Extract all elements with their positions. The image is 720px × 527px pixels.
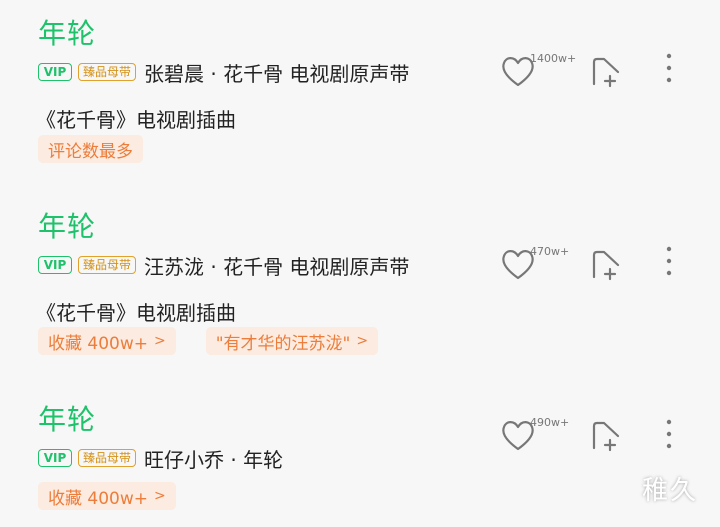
more-vertical-icon[interactable] (664, 418, 674, 450)
add-to-playlist-icon[interactable] (590, 249, 622, 281)
more-vertical-icon[interactable] (664, 245, 674, 277)
master-quality-badge: 臻品母带 (78, 63, 136, 81)
tag-artist-comment[interactable]: "有才华的汪苏泷" > (205, 327, 379, 355)
chevron-right-icon: > (356, 333, 369, 349)
tag-most-comments[interactable]: 评论数最多 (38, 135, 143, 163)
like-count: 1400w+ (530, 52, 577, 65)
vip-badge: VIP (38, 63, 72, 81)
song-description: 《花千骨》电视剧插曲 (36, 108, 236, 132)
song-description: 《花千骨》电视剧插曲 (36, 301, 236, 325)
artist-album-text[interactable]: 旺仔小乔 · 年轮 (144, 444, 283, 473)
song-meta: VIP 臻品母带 汪苏泷 · 花千骨 电视剧原声带 (38, 251, 409, 279)
tag-list: 收藏 400w+ > "有才华的汪苏泷" > (38, 327, 379, 355)
tag-collect-count[interactable]: 收藏 400w+ > (38, 327, 176, 355)
chevron-right-icon: > (154, 488, 166, 504)
artist-album-text[interactable]: 汪苏泷 · 花千骨 电视剧原声带 (144, 251, 409, 280)
tag-label: 收藏 400w+ (48, 488, 148, 509)
master-quality-badge: 臻品母带 (78, 256, 136, 274)
tag-label: 评论数最多 (48, 141, 133, 162)
add-to-playlist-icon[interactable] (590, 420, 622, 452)
song-title[interactable]: 年轮 (38, 398, 96, 438)
tag-label: "有才华的汪苏泷" (215, 333, 351, 354)
tag-list: 收藏 400w+ > (38, 482, 176, 510)
add-to-playlist-icon[interactable] (590, 56, 622, 88)
vip-badge: VIP (38, 449, 72, 467)
more-vertical-icon[interactable] (664, 52, 674, 84)
chevron-right-icon: > (154, 333, 166, 349)
tag-list: 评论数最多 (38, 135, 143, 163)
like-count: 490w+ (530, 416, 570, 429)
song-title[interactable]: 年轮 (38, 12, 96, 52)
vip-badge: VIP (38, 256, 72, 274)
tag-label: 收藏 400w+ (48, 333, 148, 354)
song-meta: VIP 臻品母带 张碧晨 · 花千骨 电视剧原声带 (38, 58, 409, 86)
song-title[interactable]: 年轮 (38, 205, 96, 245)
song-meta: VIP 臻品母带 旺仔小乔 · 年轮 (38, 444, 283, 472)
watermark-text: 稚久 (642, 476, 699, 506)
master-quality-badge: 臻品母带 (78, 449, 136, 467)
artist-album-text[interactable]: 张碧晨 · 花千骨 电视剧原声带 (144, 58, 409, 87)
like-count: 470w+ (530, 245, 570, 258)
tag-collect-count[interactable]: 收藏 400w+ > (38, 482, 176, 510)
